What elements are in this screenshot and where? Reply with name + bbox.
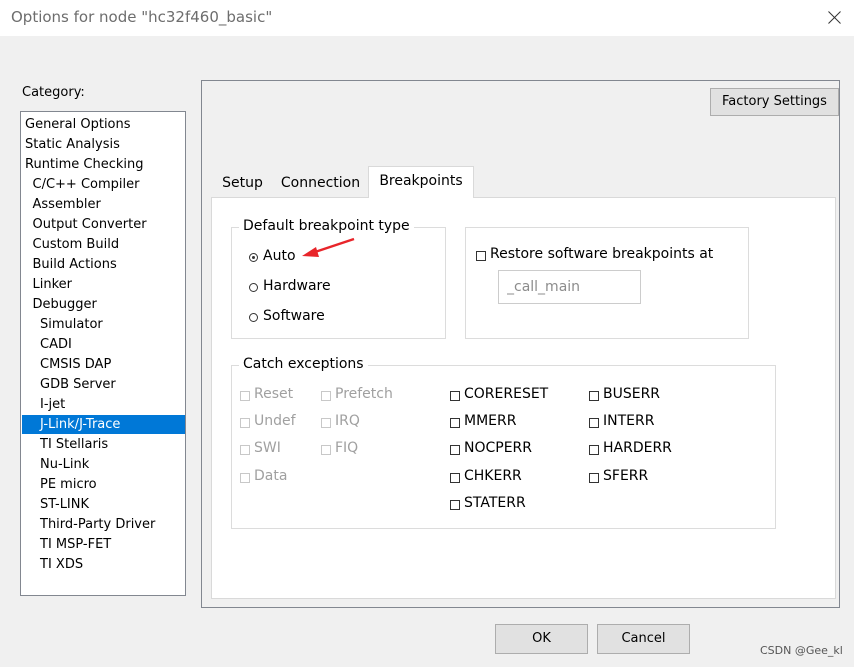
radio-selected-icon — [249, 253, 258, 262]
category-item[interactable]: Build Actions — [22, 255, 185, 274]
category-item[interactable]: Linker — [22, 275, 185, 294]
restore-label: Restore software breakpoints at — [490, 246, 714, 262]
tab-setup[interactable]: Setup — [212, 170, 273, 197]
category-item[interactable]: Assembler — [22, 195, 185, 214]
checkbox-label: CHKERR — [464, 468, 522, 484]
checkbox-label: Prefetch — [335, 386, 393, 402]
checkbox-label: Reset — [254, 386, 294, 402]
category-item[interactable]: CADI — [22, 335, 185, 354]
checkbox-icon — [450, 391, 460, 401]
checkbox-label: MMERR — [464, 413, 517, 429]
checkbox-icon — [240, 418, 250, 428]
category-item[interactable]: Nu-Link — [22, 455, 185, 474]
checkbox-label: STATERR — [464, 495, 526, 511]
checkbox-icon — [240, 391, 250, 401]
close-icon[interactable] — [818, 0, 854, 36]
checkbox-label: HARDERR — [603, 440, 672, 456]
checkbox-icon — [240, 473, 250, 483]
checkbox-icon — [476, 251, 486, 261]
title-bar: Options for node "hc32f460_basic" — [0, 0, 854, 36]
category-item[interactable]: Custom Build — [22, 235, 185, 254]
checkbox-icon — [321, 391, 331, 401]
category-item[interactable]: I-jet — [22, 395, 185, 414]
category-item[interactable]: PE micro — [22, 475, 185, 494]
radio-label: Software — [263, 308, 325, 324]
radio-icon — [249, 283, 258, 292]
category-item[interactable]: TI MSP-FET — [22, 535, 185, 554]
ok-button[interactable]: OK — [495, 624, 588, 654]
category-item[interactable]: Output Converter — [22, 215, 185, 234]
tab-connection[interactable]: Connection — [273, 170, 368, 197]
checkbox-icon — [450, 500, 460, 510]
checkbox-label: CORERESET — [464, 386, 549, 402]
category-item[interactable]: TI XDS — [22, 555, 185, 574]
category-list[interactable]: General Options Static Analysis Runtime Ch… — [20, 111, 186, 596]
tab-breakpoints[interactable]: Breakpoints — [368, 166, 474, 198]
checkbox-label: Data — [254, 468, 288, 484]
category-item[interactable]: J-Link/J-Trace — [22, 415, 185, 434]
checkbox-icon — [589, 391, 599, 401]
window-title: Options for node "hc32f460_basic" — [11, 8, 273, 26]
checkbox-icon — [450, 473, 460, 483]
default-breakpoint-title: Default breakpoint type — [239, 218, 414, 234]
category-item[interactable]: Third-Party Driver — [22, 515, 185, 534]
category-item[interactable]: Runtime Checking — [22, 155, 185, 174]
factory-settings-button[interactable]: Factory Settings — [710, 88, 839, 116]
checkbox-label: SFERR — [603, 468, 649, 484]
category-item[interactable]: General Options — [22, 115, 185, 134]
category-item[interactable]: GDB Server — [22, 375, 185, 394]
checkbox-icon — [321, 445, 331, 455]
checkbox-icon — [450, 418, 460, 428]
checkbox-label: NOCPERR — [464, 440, 533, 456]
checkbox-label: FIQ — [335, 440, 359, 456]
category-item[interactable]: Static Analysis — [22, 135, 185, 154]
checkbox-label: INTERR — [603, 413, 655, 429]
checkbox-icon — [240, 445, 250, 455]
category-item[interactable]: Debugger — [22, 295, 185, 314]
checkbox-icon — [589, 418, 599, 428]
checkbox-label: BUSERR — [603, 386, 661, 402]
cancel-button[interactable]: Cancel — [597, 624, 690, 654]
category-label: Category: — [22, 85, 85, 100]
category-item[interactable]: Simulator — [22, 315, 185, 334]
checkbox-icon — [321, 418, 331, 428]
category-item[interactable]: ST-LINK — [22, 495, 185, 514]
catch-exceptions-title: Catch exceptions — [239, 356, 368, 372]
category-item[interactable]: CMSIS DAP — [22, 355, 185, 374]
checkbox-icon — [450, 445, 460, 455]
checkbox-icon — [589, 473, 599, 483]
radio-icon — [249, 313, 258, 322]
checkbox-icon — [589, 445, 599, 455]
checkbox-label: Undef — [254, 413, 296, 429]
checkbox-label: IRQ — [335, 413, 360, 429]
radio-label: Auto — [263, 248, 296, 264]
category-item[interactable]: C/C++ Compiler — [22, 175, 185, 194]
category-item[interactable]: TI Stellaris — [22, 435, 185, 454]
checkbox-label: SWI — [254, 440, 281, 456]
annotation-arrow-icon — [302, 237, 355, 257]
watermark: CSDN @Gee_kl — [760, 644, 843, 657]
radio-label: Hardware — [263, 278, 331, 294]
restore-location-input[interactable] — [498, 270, 641, 304]
